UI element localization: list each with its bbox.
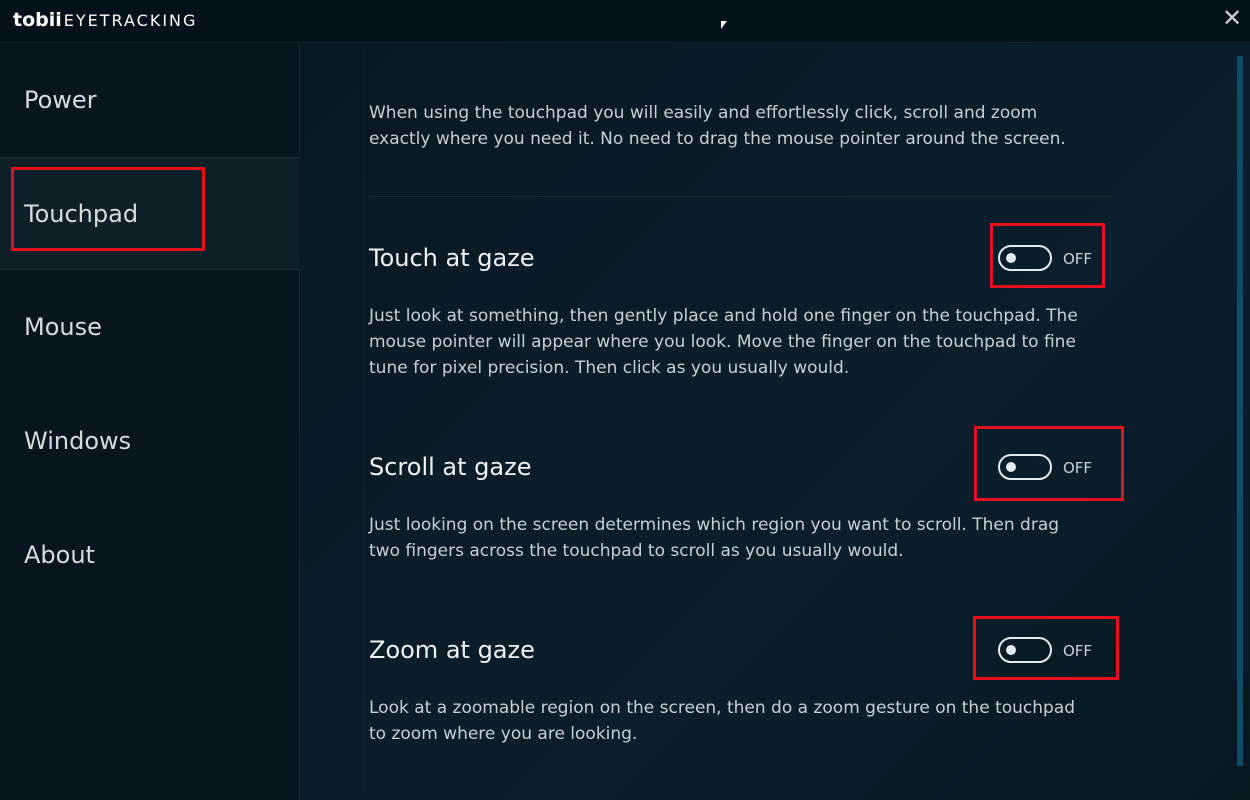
mouse-cursor-icon [721, 21, 727, 29]
highlight-box [973, 616, 1119, 680]
sidebar-item-about[interactable]: About [0, 499, 300, 612]
content-panel: When using the touchpad you will easily … [301, 44, 1250, 800]
logo-text: tobii [13, 9, 62, 31]
content-frame [364, 54, 1124, 794]
scroll-at-gaze-description: Just looking on the screen determines wh… [369, 515, 1060, 561]
divider [369, 196, 1111, 197]
sidebar: Power Touchpad Mouse Windows About [0, 44, 300, 800]
logo-suffix: EYETRACKING [63, 11, 198, 30]
highlight-box [11, 167, 205, 251]
close-icon[interactable]: ✕ [1220, 6, 1244, 30]
zoom-at-gaze-description: Look at a zoomable region on the screen,… [369, 698, 1076, 744]
intro-text: When using the touchpad you will easily … [369, 103, 1066, 149]
tobii-logo: tobii EYETRACKING [13, 9, 197, 31]
highlight-box [974, 426, 1124, 501]
scroll-at-gaze-title: Scroll at gaze [369, 453, 532, 481]
zoom-at-gaze-title: Zoom at gaze [369, 636, 535, 664]
touch-at-gaze-title: Touch at gaze [369, 244, 535, 272]
title-bar: tobii EYETRACKING ✕ [0, 0, 1250, 43]
sidebar-item-mouse[interactable]: Mouse [0, 271, 300, 384]
sidebar-item-windows[interactable]: Windows [0, 385, 300, 498]
sidebar-item-power[interactable]: Power [0, 44, 300, 157]
highlight-box [990, 223, 1105, 288]
touch-at-gaze-description: Just look at something, then gently plac… [369, 306, 1078, 378]
scrollbar[interactable] [1237, 56, 1243, 766]
